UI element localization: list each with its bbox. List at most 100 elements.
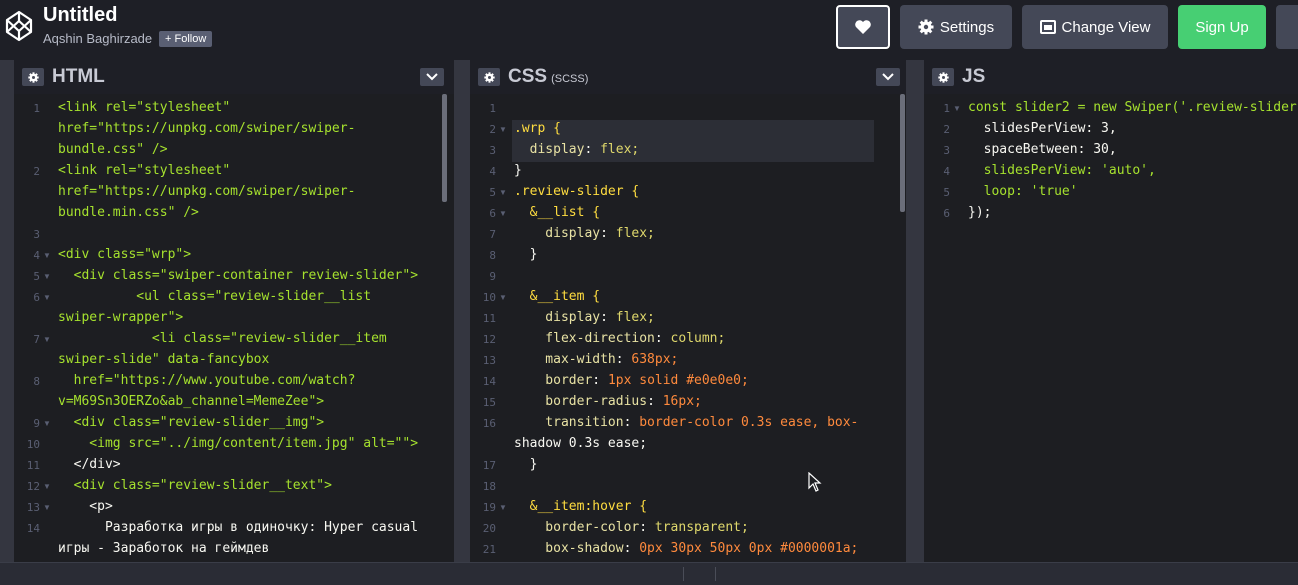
line-number: 17	[482, 459, 496, 472]
code-line: <div class="review-slider__img">	[58, 415, 325, 430]
line-number: 3	[489, 144, 496, 157]
code-line: border-radius: 16px;	[514, 394, 702, 409]
fold-toggle-icon[interactable]: ▼	[499, 293, 507, 302]
code-line: Разработка игры в одиночку: Hyper casual	[58, 520, 419, 535]
code-line: <link rel="stylesheet"	[58, 163, 231, 178]
change-view-label: Change View	[1061, 18, 1151, 36]
line-number: 8	[33, 375, 40, 388]
html-panel-title: HTML	[52, 66, 105, 87]
code-line: href="https://unpkg.com/swiper/swiper-	[58, 184, 356, 199]
css-scrollbar[interactable]	[900, 94, 905, 212]
resize-gutter-css-js[interactable]	[906, 60, 924, 563]
line-number: 11	[26, 459, 40, 472]
code-line: display: flex;	[514, 310, 655, 325]
line-number: 1	[33, 102, 40, 115]
line-number: 7	[33, 333, 40, 346]
line-number: 4	[943, 165, 950, 178]
css-title-text: CSS	[508, 66, 548, 87]
line-number: 7	[489, 228, 496, 241]
line-number: 12	[26, 480, 40, 493]
bottom-bar-divider	[715, 567, 716, 581]
js-code-editor[interactable]: 1 ▼ const slider2 = new Swiper('.review-sl…	[924, 94, 1298, 563]
fold-toggle-icon[interactable]: ▼	[499, 188, 507, 197]
css-panel-menu-button[interactable]	[876, 68, 900, 86]
code-line: }	[514, 163, 522, 178]
html-code-editor[interactable]: 1 <link rel="stylesheet" href="https://unp…	[14, 94, 454, 563]
author-name[interactable]: Aqshin Baghirzade	[43, 31, 152, 46]
html-panel-menu-button[interactable]	[420, 68, 444, 86]
code-line: max-width: 638px;	[514, 352, 679, 367]
line-number: 5	[489, 186, 496, 199]
line-number: 21	[482, 543, 496, 556]
code-line: loop: 'true'	[968, 184, 1078, 199]
code-line: bundle.min.css" />	[58, 205, 199, 220]
code-line: &__item:hover {	[514, 499, 648, 514]
code-line: .review-slider {	[514, 184, 640, 199]
code-line: slidesPerView: 3,	[968, 121, 1117, 136]
settings-button[interactable]: Settings	[900, 5, 1012, 49]
line-number: 15	[482, 396, 496, 409]
code-line: &__item {	[514, 289, 601, 304]
left-resize-gutter[interactable]	[0, 60, 14, 563]
code-line: const slider2 = new Swiper('.review-slid…	[968, 100, 1298, 115]
change-view-icon	[1039, 20, 1056, 34]
code-line: border: 1px solid #e0e0e0;	[514, 373, 749, 388]
settings-label: Settings	[939, 18, 995, 36]
code-line: &__list {	[514, 205, 601, 220]
fold-toggle-icon[interactable]: ▼	[43, 293, 51, 302]
code-line: display: flex;	[514, 226, 655, 241]
line-number: 6	[489, 207, 496, 220]
gear-icon	[483, 71, 495, 83]
code-line: <p>	[58, 499, 113, 514]
resize-gutter-html-css[interactable]	[454, 60, 470, 563]
top-bar: Untitled Aqshin Baghirzade + Follow Sett…	[0, 0, 1298, 56]
fold-toggle-icon[interactable]: ▼	[43, 503, 51, 512]
login-button-partial[interactable]	[1276, 5, 1298, 49]
fold-toggle-icon[interactable]: ▼	[953, 104, 961, 113]
bottom-console-bar	[0, 562, 1298, 585]
fold-toggle-icon[interactable]: ▼	[499, 503, 507, 512]
code-line: spaceBetween: 30,	[968, 142, 1117, 157]
code-line: <div class="review-slider__text">	[58, 478, 332, 493]
js-panel-title: JS	[962, 66, 986, 87]
line-number: 10	[26, 438, 40, 451]
css-code-editor[interactable]: 1 2 ▼ .wrp {3 display: flex; 4} 5 ▼ .review-sli…	[470, 94, 906, 563]
line-number: 11	[482, 312, 496, 325]
html-scrollbar[interactable]	[442, 94, 447, 202]
chevron-down-icon	[882, 73, 894, 81]
fold-toggle-icon[interactable]: ▼	[499, 125, 507, 134]
line-number: 19	[482, 501, 496, 514]
heart-icon	[855, 20, 871, 34]
change-view-button[interactable]: Change View	[1022, 5, 1168, 49]
css-settings-button[interactable]	[478, 68, 500, 86]
js-settings-button[interactable]	[932, 68, 954, 86]
follow-button[interactable]: + Follow	[159, 31, 213, 47]
line-number: 5	[33, 270, 40, 283]
code-line: </div>	[58, 457, 121, 472]
fold-toggle-icon[interactable]: ▼	[499, 209, 507, 218]
code-line: <div class="wrp">	[58, 247, 192, 262]
fold-toggle-icon[interactable]: ▼	[43, 251, 51, 260]
css-panel-title: CSS (SCSS)	[508, 66, 588, 88]
sign-up-button[interactable]: Sign Up	[1178, 5, 1266, 49]
js-panel-header: JS	[924, 60, 1298, 94]
fold-toggle-icon[interactable]: ▼	[43, 482, 51, 491]
fold-toggle-icon[interactable]: ▼	[43, 335, 51, 344]
line-number: 9	[33, 417, 40, 430]
line-number: 6	[33, 291, 40, 304]
html-editor-panel: HTML 1 <link rel="stylesheet" href="https:…	[14, 60, 454, 563]
pen-title[interactable]: Untitled	[43, 4, 117, 27]
code-line: игры - Заработок на геймдев	[58, 541, 270, 556]
html-settings-button[interactable]	[22, 68, 44, 86]
code-line: v=M69Sn3OERZo&ab_channel=MemeZee">	[58, 394, 325, 409]
fold-toggle-icon[interactable]: ▼	[43, 272, 51, 281]
love-button[interactable]	[836, 5, 890, 49]
line-number: 18	[482, 480, 496, 493]
code-line: });	[968, 205, 992, 220]
fold-toggle-icon[interactable]: ▼	[43, 419, 51, 428]
codepen-logo-icon[interactable]	[4, 9, 34, 43]
code-line: swiper-wrapper">	[58, 310, 184, 325]
code-line: slidesPerView: 'auto',	[968, 163, 1156, 178]
line-number: 9	[489, 270, 496, 283]
code-line: shadow 0.3s ease;	[514, 436, 648, 451]
